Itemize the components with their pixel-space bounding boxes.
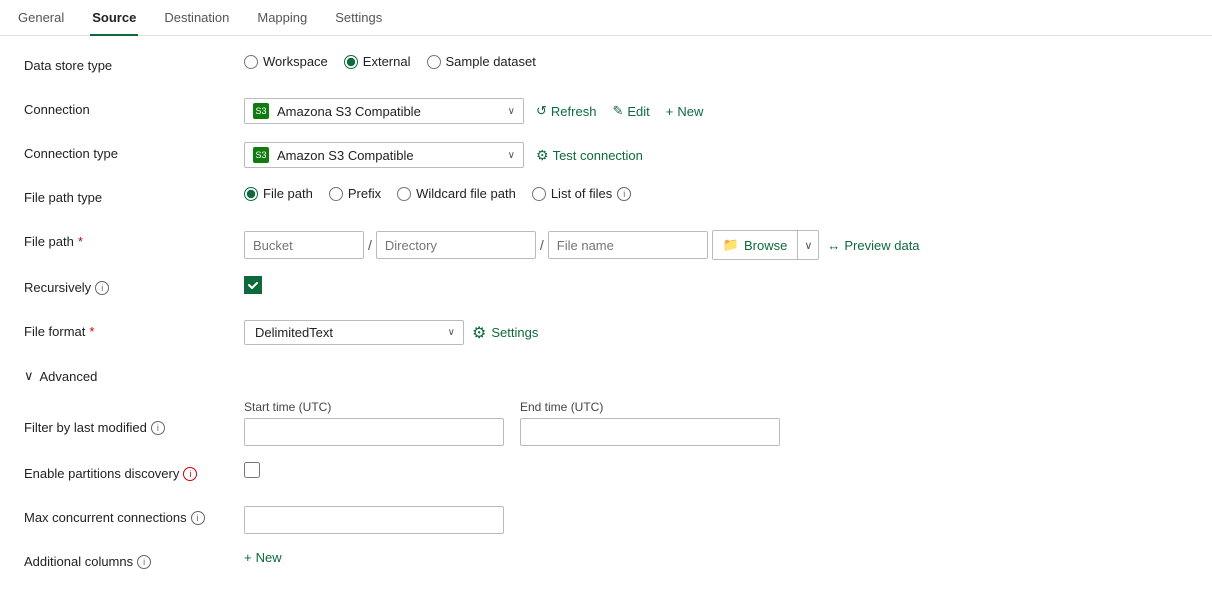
plus-icon: + <box>666 104 674 119</box>
tab-destination[interactable]: Destination <box>162 0 231 36</box>
main-content: Data store type Workspace External Sampl… <box>0 36 1212 612</box>
slash-1: / <box>368 237 372 253</box>
edit-icon: ✎ <box>612 103 623 119</box>
filter-last-modified-label: Filter by last modified i <box>24 400 244 435</box>
bucket-input[interactable] <box>244 231 364 259</box>
radio-file-path[interactable]: File path <box>244 186 313 201</box>
additional-columns-new-button[interactable]: + New <box>244 550 282 565</box>
chevron-down-icon: ∨ <box>508 106 515 117</box>
file-format-chevron-icon: ∨ <box>448 327 455 338</box>
browse-button[interactable]: 📁 Browse <box>713 231 798 259</box>
file-path-type-controls: File path Prefix Wildcard file path List… <box>244 186 1188 201</box>
recursively-checkbox[interactable] <box>244 276 262 294</box>
file-path-label: File path * <box>24 230 244 249</box>
radio-sample-dataset[interactable]: Sample dataset <box>427 54 536 69</box>
radio-prefix[interactable]: Prefix <box>329 186 381 201</box>
end-time-label: End time (UTC) <box>520 400 780 414</box>
radio-list-of-files[interactable]: List of files i <box>532 186 631 201</box>
connection-dropdown[interactable]: S3 Amazona S3 Compatible ∨ <box>244 98 524 124</box>
browse-group: 📁 Browse ∨ <box>712 230 820 260</box>
preview-icon: ↔ <box>827 238 840 253</box>
data-store-type-label: Data store type <box>24 54 244 73</box>
file-format-controls: DelimitedText ∨ ⚙ Settings <box>244 320 1188 345</box>
s3-type-icon: S3 <box>253 147 269 163</box>
connection-row: Connection S3 Amazona S3 Compatible ∨ ↺ … <box>24 98 1188 126</box>
additional-columns-label: Additional columns i <box>24 550 244 569</box>
recursively-row: Recursively i <box>24 276 1188 304</box>
file-format-settings-button[interactable]: ⚙ Settings <box>472 323 538 343</box>
filter-last-modified-controls: Start time (UTC) End time (UTC) <box>244 400 1188 446</box>
additional-columns-controls: + New <box>244 550 1188 565</box>
slash-2: / <box>540 237 544 253</box>
additional-columns-plus-icon: + <box>244 550 252 565</box>
start-time-input[interactable] <box>244 418 504 446</box>
file-format-required: * <box>89 324 94 339</box>
file-path-type-row: File path type File path Prefix Wildcard… <box>24 186 1188 214</box>
test-connection-icon: ⚙ <box>536 147 549 164</box>
tab-bar: General Source Destination Mapping Setti… <box>0 0 1212 36</box>
connection-type-chevron-icon: ∨ <box>508 150 515 161</box>
enable-partitions-row: Enable partitions discovery i <box>24 462 1188 490</box>
max-connections-row: Max concurrent connections i <box>24 506 1188 534</box>
file-format-label: File format * <box>24 320 244 339</box>
advanced-toggle[interactable]: ∨ Advanced <box>24 364 1188 384</box>
directory-input[interactable] <box>376 231 536 259</box>
s3-icon: S3 <box>253 103 269 119</box>
radio-workspace[interactable]: Workspace <box>244 54 328 69</box>
enable-partitions-info-icon[interactable]: i <box>183 467 197 481</box>
additional-columns-row: Additional columns i + New <box>24 550 1188 578</box>
max-connections-label: Max concurrent connections i <box>24 506 244 525</box>
refresh-button[interactable]: ↺ Refresh <box>532 101 600 121</box>
file-path-row: File path * / / 📁 Browse ∨ ↔ Preview dat… <box>24 230 1188 260</box>
folder-icon: 📁 <box>723 237 739 253</box>
tab-source[interactable]: Source <box>90 0 138 36</box>
file-path-required: * <box>78 234 83 249</box>
test-connection-button[interactable]: ⚙ Test connection <box>532 145 647 166</box>
tab-settings[interactable]: Settings <box>333 0 384 36</box>
max-connections-info-icon[interactable]: i <box>191 511 205 525</box>
start-time-label: Start time (UTC) <box>244 400 504 414</box>
recursively-controls <box>244 276 1188 294</box>
file-format-row: File format * DelimitedText ∨ ⚙ Settings <box>24 320 1188 348</box>
preview-data-button[interactable]: ↔ Preview data <box>823 236 923 255</box>
end-time-group: End time (UTC) <box>520 400 780 446</box>
max-connections-input[interactable] <box>244 506 504 534</box>
connection-type-row: Connection type S3 Amazon S3 Compatible … <box>24 142 1188 170</box>
radio-external[interactable]: External <box>344 54 411 69</box>
enable-partitions-controls <box>244 462 1188 478</box>
refresh-icon: ↺ <box>536 103 547 119</box>
connection-type-label: Connection type <box>24 142 244 161</box>
data-store-type-controls: Workspace External Sample dataset <box>244 54 1188 69</box>
settings-icon: ⚙ <box>472 323 486 343</box>
new-button[interactable]: + New <box>662 102 708 121</box>
filter-last-modified-info-icon[interactable]: i <box>151 421 165 435</box>
filter-last-modified-row: Filter by last modified i Start time (UT… <box>24 400 1188 446</box>
enable-partitions-label: Enable partitions discovery i <box>24 462 244 481</box>
recursively-info-icon[interactable]: i <box>95 281 109 295</box>
max-connections-controls <box>244 506 1188 534</box>
data-store-type-row: Data store type Workspace External Sampl… <box>24 54 1188 82</box>
file-path-type-label: File path type <box>24 186 244 205</box>
recursively-label: Recursively i <box>24 276 244 295</box>
edit-button[interactable]: ✎ Edit <box>608 101 653 121</box>
start-time-group: Start time (UTC) <box>244 400 504 446</box>
file-format-dropdown[interactable]: DelimitedText ∨ <box>244 320 464 345</box>
tab-general[interactable]: General <box>16 0 66 36</box>
enable-partitions-checkbox[interactable] <box>244 462 260 478</box>
file-path-controls: / / 📁 Browse ∨ ↔ Preview data <box>244 230 1188 260</box>
checkmark-icon <box>247 279 259 291</box>
browse-chevron-button[interactable]: ∨ <box>798 231 818 259</box>
tab-mapping[interactable]: Mapping <box>255 0 309 36</box>
list-of-files-info-icon[interactable]: i <box>617 187 631 201</box>
connection-type-controls: S3 Amazon S3 Compatible ∨ ⚙ Test connect… <box>244 142 1188 168</box>
chevron-down-advanced-icon: ∨ <box>24 368 34 384</box>
end-time-input[interactable] <box>520 418 780 446</box>
filename-input[interactable] <box>548 231 708 259</box>
additional-columns-info-icon[interactable]: i <box>137 555 151 569</box>
connection-label: Connection <box>24 98 244 117</box>
radio-wildcard[interactable]: Wildcard file path <box>397 186 516 201</box>
connection-type-dropdown[interactable]: S3 Amazon S3 Compatible ∨ <box>244 142 524 168</box>
connection-controls: S3 Amazona S3 Compatible ∨ ↺ Refresh ✎ E… <box>244 98 1188 124</box>
